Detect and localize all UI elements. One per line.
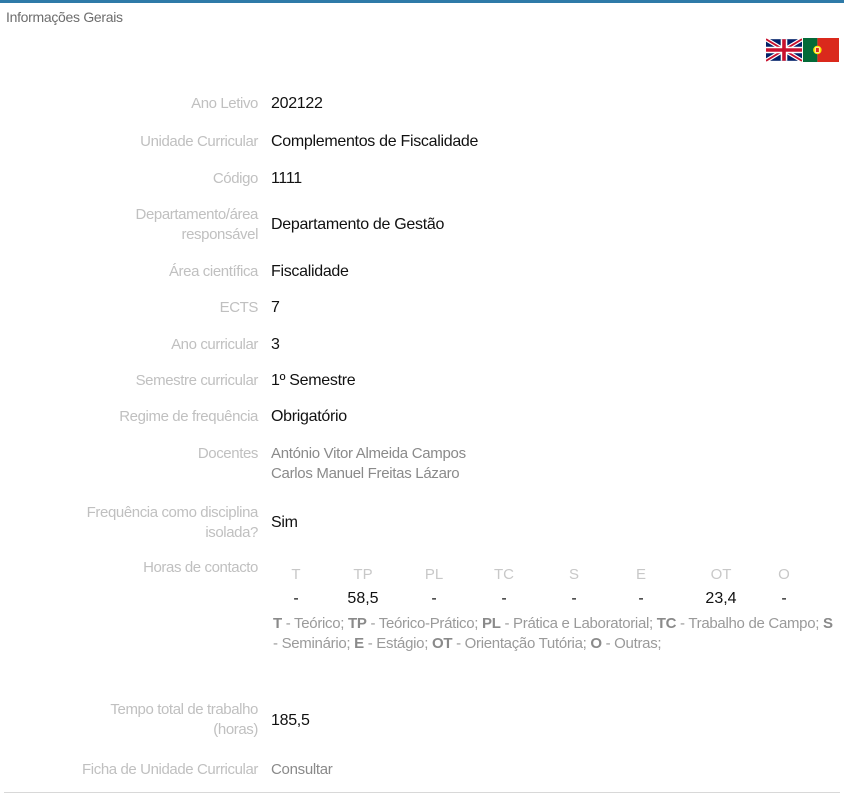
legend-abbr: TC: [656, 615, 677, 632]
departamento-label: Departamento/área responsável: [135, 205, 259, 245]
legend-abbr: OT: [431, 635, 453, 652]
ano-curricular-label: Ano curricular: [171, 336, 258, 353]
legend-abbr: PL: [482, 615, 501, 632]
ano-letivo-label: Ano Letivo: [191, 95, 258, 112]
docente-1: António Vitor Almeida Campos: [271, 445, 466, 462]
isolada-label-line1: Frequência como disciplina: [86, 504, 259, 521]
isolada-value: Sim: [271, 514, 298, 531]
legend-text: - Prática e Laboratorial;: [500, 615, 653, 632]
consultar-link[interactable]: Consultar: [271, 760, 333, 780]
legend-abbr: S: [823, 615, 833, 632]
english-flag-icon[interactable]: [766, 37, 802, 63]
bottom-divider: [4, 792, 840, 793]
docente-2: Carlos Manuel Freitas Lázaro: [271, 465, 460, 482]
semestre-label: Semestre curricular: [135, 372, 259, 389]
legend-text: - Estágio;: [363, 635, 429, 652]
legend-item: TP - Teórico-Prático;: [348, 615, 478, 632]
horas-label: Horas de contacto: [143, 559, 258, 576]
tempo-total-label-line2: (horas): [213, 721, 258, 738]
ano-curricular-value: 3: [271, 336, 280, 353]
hours-header-tp: TP: [353, 566, 373, 583]
legend-item: T - Teórico;: [273, 615, 344, 632]
codigo-value: 1111: [271, 170, 302, 187]
legend-abbr: O: [590, 635, 602, 652]
legend-text: - Trabalho de Campo;: [676, 615, 820, 632]
legend-abbr: E: [354, 635, 364, 652]
legend-item: PL - Prática e Laboratorial;: [482, 615, 653, 632]
hours-header-o: O: [778, 566, 790, 583]
legend-abbr: TP: [348, 615, 367, 632]
hours-value-tp: 58,5: [347, 590, 379, 607]
area-cientifica-label: Área científica: [168, 263, 258, 280]
portuguese-flag-icon[interactable]: [803, 37, 839, 63]
docentes-label: Docentes: [197, 445, 259, 462]
hours-header-ot: OT: [710, 566, 732, 583]
area-cientifica-value: Fiscalidade: [271, 263, 349, 280]
unidade-curricular-label: Unidade Curricular: [140, 133, 258, 150]
unidade-curricular-value: Complementos de Fiscalidade: [271, 133, 479, 150]
hours-value-tc: -: [501, 590, 507, 607]
hours-header-s: S: [568, 566, 579, 583]
hours-header-e: E: [635, 566, 646, 583]
legend-abbr: T: [273, 615, 282, 632]
tempo-total-label-line1: Tempo total de trabalho: [110, 701, 258, 718]
hours-header-t: T: [291, 566, 301, 583]
codigo-label: Código: [212, 170, 259, 187]
ficha-label: Ficha de Unidade Curricular: [82, 761, 258, 778]
legend-text: - Seminário;: [273, 635, 351, 652]
hours-value-s: -: [571, 590, 577, 607]
regime-label: Regime de frequência: [119, 408, 258, 425]
semestre-value: 1º Semestre: [271, 372, 356, 389]
hours-header-tc: TC: [494, 566, 514, 583]
departamento-value: Departamento de Gestão: [271, 216, 445, 233]
docentes-value: António Vitor Almeida Campos Carlos Manu…: [271, 444, 466, 484]
hours-value-e: -: [638, 590, 644, 607]
departamento-label-line2: responsável: [181, 226, 259, 243]
ects-value: 7: [271, 299, 280, 316]
legend-text: - Teórico-Prático;: [366, 615, 479, 632]
hours-legend: T - Teórico; TP - Teórico-Prático; PL - …: [273, 614, 833, 654]
isolada-label: Frequência como disciplina isolada?: [86, 503, 259, 543]
tempo-total-label: Tempo total de trabalho (horas): [110, 700, 258, 740]
legend-item: E - Estágio;: [354, 635, 428, 652]
language-switcher: [766, 37, 839, 63]
hours-value-pl: -: [431, 590, 437, 607]
ects-label: ECTS: [219, 299, 259, 316]
legend-item: O - Outras;: [590, 635, 661, 652]
departamento-label-line1: Departamento/área: [135, 206, 259, 223]
legend-item: TC - Trabalho de Campo;: [656, 615, 820, 632]
hours-value-ot: 23,4: [705, 590, 737, 607]
legend-text: - Orientação Tutória;: [452, 635, 587, 652]
ano-letivo-value: 202122: [271, 95, 323, 112]
legend-text: - Outras;: [601, 635, 662, 652]
tempo-total-value: 185,5: [271, 712, 310, 729]
top-border: [0, 0, 844, 3]
hours-value-o: -: [781, 590, 787, 607]
legend-item: OT - Orientação Tutória;: [432, 635, 587, 652]
hours-header-pl: PL: [424, 566, 444, 583]
section-title: Informações Gerais: [6, 9, 123, 25]
isolada-label-line2: isolada?: [205, 524, 258, 541]
hours-value-t: -: [293, 590, 299, 607]
legend-text: - Teórico;: [281, 615, 345, 632]
regime-value: Obrigatório: [271, 408, 347, 425]
